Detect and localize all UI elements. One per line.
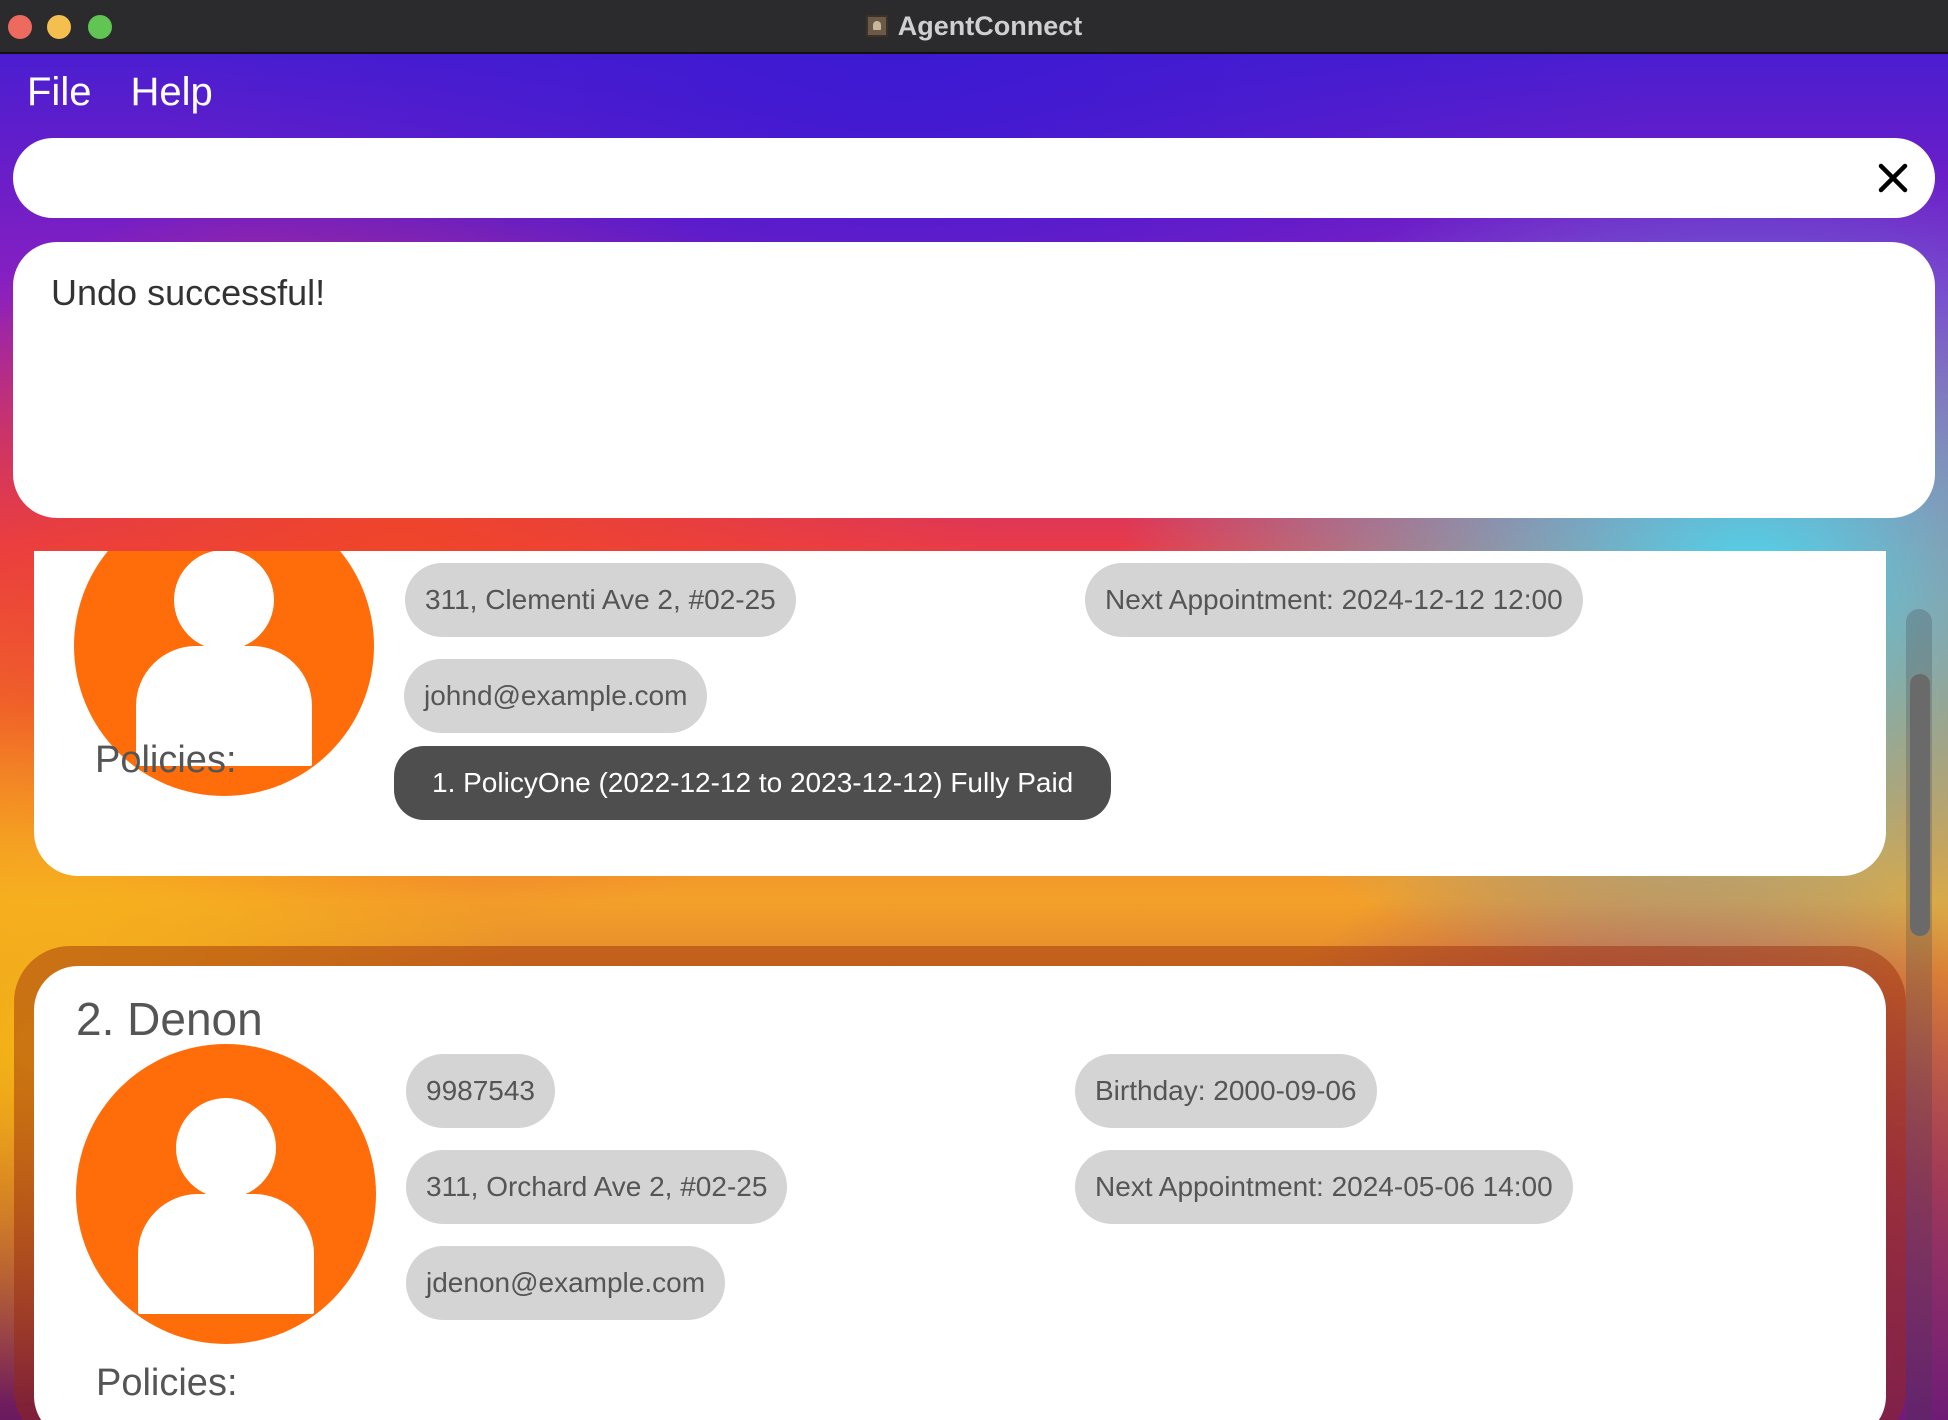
person-card[interactable]: 311, Clementi Ave 2, #02-25 Next Appoint… xyxy=(34,551,1886,876)
email-chip: jdenon@example.com xyxy=(406,1246,726,1320)
policies-label: Policies: xyxy=(96,1362,238,1404)
email-chip: johnd@example.com xyxy=(404,659,708,733)
appointment-chip: Next Appointment: 2024-12-12 12:00 xyxy=(1085,563,1583,637)
phone-chip: 9987543 xyxy=(406,1054,556,1128)
app-icon xyxy=(865,15,888,37)
title-bar: AgentConnect xyxy=(0,0,1948,54)
person-name: 2. Denon xyxy=(76,993,263,1045)
person-list[interactable]: 311, Clementi Ave 2, #02-25 Next Appoint… xyxy=(0,551,1948,1420)
policy-chip: 1. PolicyOne (2022-12-12 to 2023-12-12) … xyxy=(394,746,1112,820)
window-title: AgentConnect xyxy=(897,10,1083,41)
address-chip: 311, Orchard Ave 2, #02-25 xyxy=(406,1150,788,1224)
result-message: Undo successful! xyxy=(51,272,326,313)
close-icon[interactable] xyxy=(1873,158,1913,198)
app-main: File Help Undo successful! 311, Clementi… xyxy=(0,54,1948,1420)
menu-file[interactable]: File xyxy=(0,70,91,115)
address-chip: 311, Clementi Ave 2, #02-25 xyxy=(405,563,796,637)
menu-bar: File Help xyxy=(0,54,225,130)
policies-label: Policies: xyxy=(95,739,237,781)
result-display: Undo successful! xyxy=(13,242,1935,518)
command-box xyxy=(13,138,1935,218)
person-icon xyxy=(76,1044,376,1344)
birthday-chip: Birthday: 2000-09-06 xyxy=(1075,1054,1377,1128)
scrollbar-thumb[interactable] xyxy=(1910,674,1930,936)
menu-help[interactable]: Help xyxy=(103,70,212,115)
appointment-chip: Next Appointment: 2024-05-06 14:00 xyxy=(1075,1150,1573,1224)
command-input[interactable] xyxy=(43,148,1847,210)
window-title-group: AgentConnect xyxy=(0,0,1948,52)
person-card[interactable]: 2. Denon 9987543 Birthday: 2000-09-06 31… xyxy=(34,966,1886,1420)
